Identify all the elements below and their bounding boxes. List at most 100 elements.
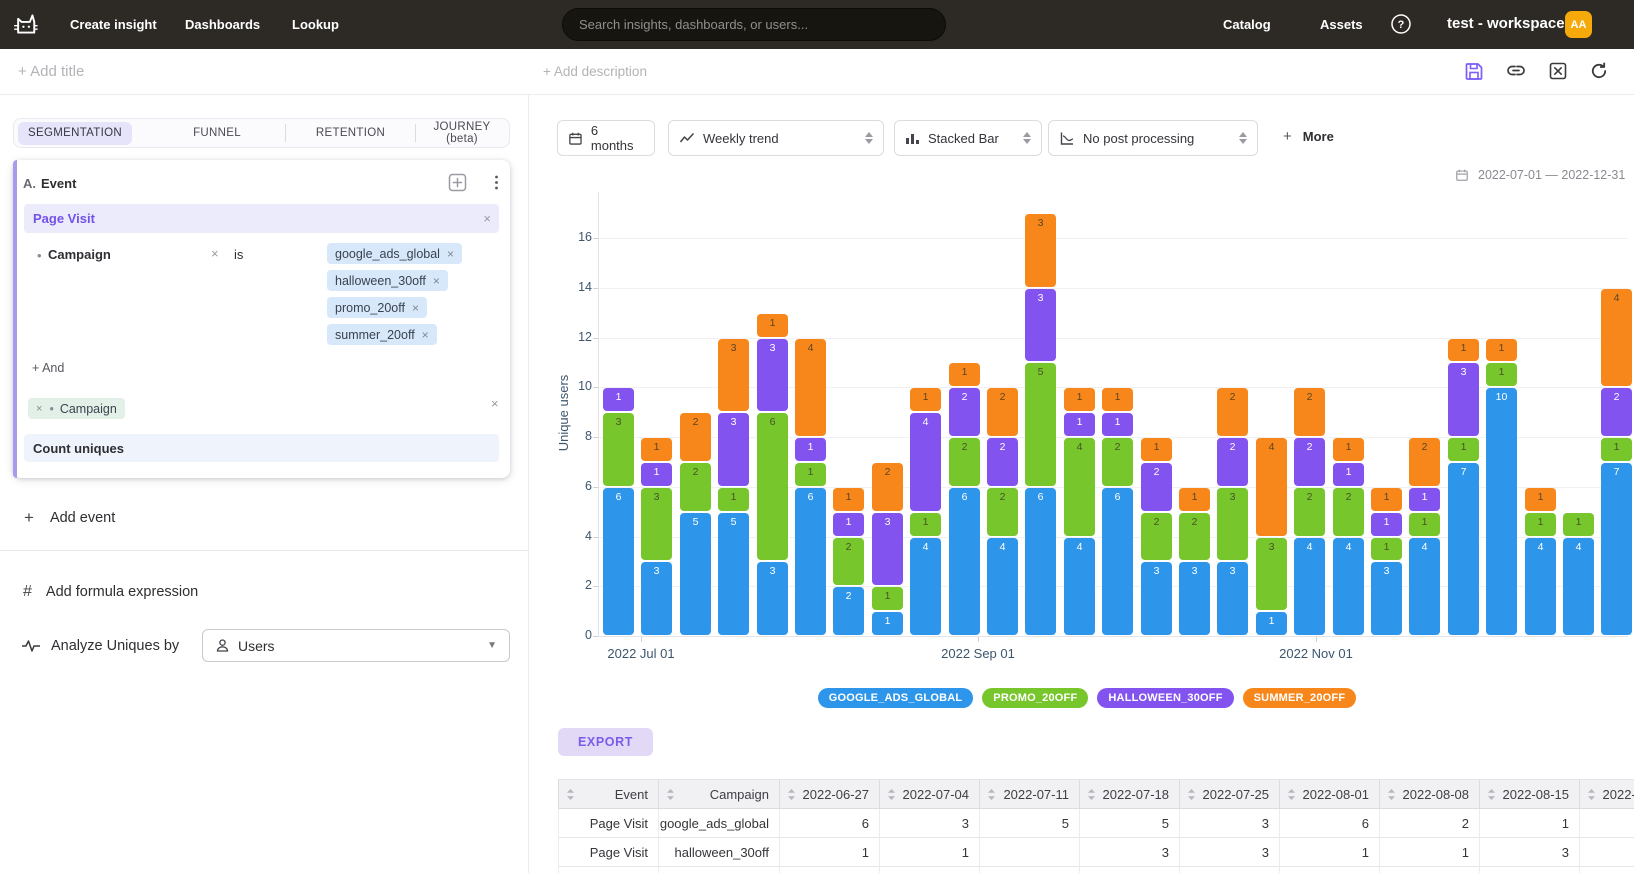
filter-operator[interactable]: is	[234, 247, 243, 262]
bar-segment[interactable]: 6	[1025, 488, 1056, 635]
table-header-cell[interactable]: 2022-07-18	[1080, 779, 1180, 809]
add-title-button[interactable]: + Add title	[18, 63, 84, 80]
bar-segment[interactable]: 1	[910, 388, 941, 411]
bar-segment[interactable]: 2	[949, 438, 980, 486]
app-logo-cat-icon[interactable]	[9, 8, 41, 40]
add-description-button[interactable]: + Add description	[543, 64, 647, 79]
remove-filter-icon[interactable]: ×	[211, 246, 219, 261]
export-button[interactable]: EXPORT	[558, 728, 653, 756]
tab-journey[interactable]: JOURNEY (beta)	[416, 121, 508, 145]
sort-icon[interactable]	[787, 788, 796, 801]
post-processing-select[interactable]: No post processing	[1048, 120, 1258, 156]
filter-value-chip[interactable]: summer_20off ×	[327, 324, 437, 345]
bar-segment[interactable]: 1	[833, 513, 864, 536]
bar-segment[interactable]: 1	[1064, 388, 1095, 411]
bar-segment[interactable]: 1	[757, 314, 788, 337]
trend-select[interactable]: Weekly trend	[668, 120, 884, 156]
remove-breakdown-row-icon[interactable]: ×	[491, 396, 499, 411]
remove-filter-value-icon[interactable]: ×	[422, 328, 429, 342]
bar-segment[interactable]: 6	[1102, 488, 1133, 635]
sort-icon[interactable]	[1087, 788, 1096, 801]
tab-retention[interactable]: RETENTION	[286, 127, 415, 139]
bar-segment[interactable]: 1	[718, 488, 749, 511]
remove-filter-value-icon[interactable]: ×	[447, 247, 454, 261]
sort-icon[interactable]	[1587, 788, 1596, 801]
legend-item-summer-20off[interactable]: SUMMER_20OFF	[1243, 688, 1357, 708]
table-header-cell[interactable]: 2022-08-22	[1580, 779, 1634, 809]
bar-segment[interactable]: 1	[641, 438, 672, 461]
bar-segment[interactable]: 7	[1601, 463, 1632, 635]
nav-lookup[interactable]: Lookup	[292, 17, 339, 32]
bar-segment[interactable]: 4	[910, 538, 941, 636]
duplicate-event-icon[interactable]	[448, 173, 467, 192]
bar-segment[interactable]: 1	[795, 463, 826, 486]
bar-segment[interactable]: 1	[1486, 339, 1517, 362]
bar-segment[interactable]: 2	[1409, 438, 1440, 486]
bar-segment[interactable]: 1	[603, 388, 634, 411]
sort-icon[interactable]	[666, 788, 675, 801]
bar-segment[interactable]: 4	[1525, 538, 1556, 636]
sort-icon[interactable]	[1487, 788, 1496, 801]
legend-item-halloween-30off[interactable]: HALLOWEEN_30OFF	[1097, 688, 1233, 708]
bar-segment[interactable]: 1	[1371, 513, 1402, 536]
bar-segment[interactable]: 3	[718, 413, 749, 486]
legend-item-google-ads-global[interactable]: GOOGLE_ADS_GLOBAL	[818, 688, 974, 708]
bar-segment[interactable]: 3	[1141, 562, 1172, 635]
remove-event-icon[interactable]: ×	[483, 211, 491, 226]
bar-segment[interactable]: 2	[1294, 488, 1325, 536]
bar-segment[interactable]: 1	[1371, 488, 1402, 511]
nav-assets[interactable]: Assets	[1320, 17, 1363, 32]
bar-segment[interactable]: 2	[1601, 388, 1632, 436]
table-header-cell[interactable]: Event	[558, 779, 659, 809]
bar-segment[interactable]: 1	[1486, 363, 1517, 386]
bar-segment[interactable]: 2	[1217, 388, 1248, 436]
bar-segment[interactable]: 1	[1525, 488, 1556, 511]
bar-segment[interactable]: 3	[641, 562, 672, 635]
table-header-cell[interactable]: Campaign	[659, 779, 780, 809]
bar-segment[interactable]: 4	[1601, 289, 1632, 387]
bar-segment[interactable]: 1	[1525, 513, 1556, 536]
bar-segment[interactable]: 3	[603, 413, 634, 486]
bar-segment[interactable]: 4	[1333, 538, 1364, 636]
bar-segment[interactable]: 1	[872, 587, 903, 610]
nav-dashboards[interactable]: Dashboards	[185, 17, 260, 32]
bar-segment[interactable]: 1	[1064, 413, 1095, 436]
bar-segment[interactable]: 2	[1294, 388, 1325, 436]
bar-segment[interactable]: 3	[872, 513, 903, 586]
table-header-cell[interactable]: 2022-06-27	[780, 779, 880, 809]
bar-segment[interactable]: 3	[641, 488, 672, 561]
remove-filter-value-icon[interactable]: ×	[412, 301, 419, 315]
event-menu-kebab-icon[interactable]	[487, 173, 506, 192]
sort-icon[interactable]	[1187, 788, 1196, 801]
bar-segment[interactable]: 6	[757, 413, 788, 560]
tab-segmentation[interactable]: SEGMENTATION	[18, 122, 132, 145]
event-name[interactable]: Page Visit	[33, 211, 95, 226]
bar-segment[interactable]: 1	[641, 463, 672, 486]
aggregation-label[interactable]: Count uniques	[33, 441, 124, 456]
sort-icon[interactable]	[566, 788, 575, 801]
add-event-button[interactable]: + Add event	[24, 508, 115, 528]
event-name-row[interactable]: Page Visit ×	[24, 204, 499, 233]
bar-segment[interactable]: 1	[1448, 339, 1479, 362]
bar-segment[interactable]: 3	[757, 339, 788, 412]
bar-segment[interactable]: 1	[1102, 413, 1133, 436]
bar-segment[interactable]: 2	[680, 413, 711, 461]
bar-segment[interactable]: 1	[1141, 438, 1172, 461]
bar-segment[interactable]: 1	[910, 513, 941, 536]
bar-segment[interactable]: 2	[1294, 438, 1325, 486]
table-header-cell[interactable]: 2022-07-25	[1180, 779, 1280, 809]
bar-segment[interactable]: 3	[757, 562, 788, 635]
aggregation-row[interactable]: Count uniques	[24, 434, 499, 462]
bar-segment[interactable]: 4	[1563, 538, 1594, 636]
bar-segment[interactable]: 2	[1141, 513, 1172, 561]
bar-segment[interactable]: 2	[680, 463, 711, 511]
close-insight-icon[interactable]	[1547, 60, 1569, 82]
bar-segment[interactable]: 4	[1256, 438, 1287, 536]
bar-segment[interactable]: 1	[1563, 513, 1594, 536]
remove-breakdown-icon[interactable]: ×	[36, 403, 42, 415]
sort-icon[interactable]	[887, 788, 896, 801]
chart-type-select[interactable]: Stacked Bar	[894, 120, 1042, 156]
avatar[interactable]: AA	[1565, 11, 1592, 38]
bar-segment[interactable]: 1	[1256, 612, 1287, 635]
bar-segment[interactable]: 3	[1025, 214, 1056, 287]
